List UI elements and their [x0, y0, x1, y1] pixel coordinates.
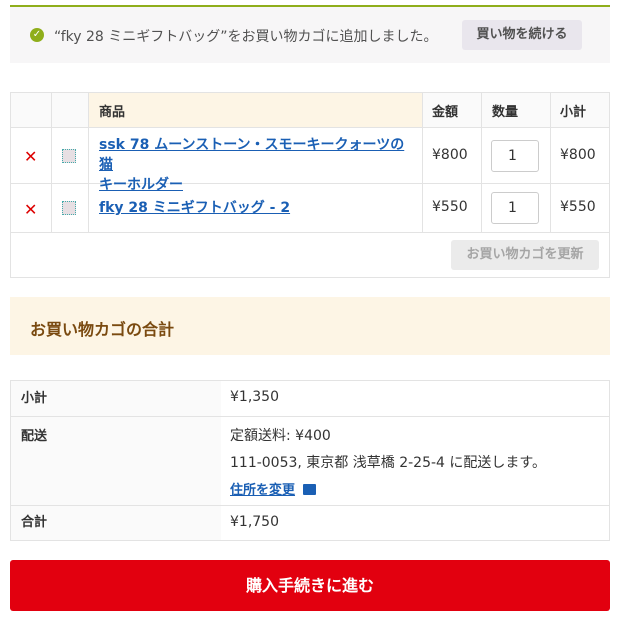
continue-shopping-button[interactable]: 買い物を続ける — [462, 20, 582, 50]
quantity-input[interactable]: 1 — [491, 192, 539, 224]
total-value: ¥1,750 — [230, 514, 279, 530]
row-price: ¥550 — [432, 199, 468, 215]
total-label: 合計 — [11, 506, 221, 540]
row-subtotal: ¥550 — [560, 199, 596, 215]
table-row: ssk 78 ムーンストーン・スモーキークォーツの猫 キーホルダー — [99, 135, 417, 195]
header-subtotal: 小計 — [560, 105, 587, 120]
row-price: ¥800 — [432, 147, 468, 163]
cart-totals-header: お買い物カゴの合計 — [10, 297, 610, 355]
shipping-destination: 111-0053, 東京都 浅草橋 2-25-4 に配送します。 — [230, 455, 546, 471]
cart-totals-table: 小計 ¥1,350 配送 定額送料: ¥400 111-0053, 東京都 浅草… — [10, 380, 610, 541]
change-address: 住所を変更 — [230, 479, 317, 498]
change-address-link[interactable]: 住所を変更 — [230, 483, 295, 498]
cart-table: 商品 金額 数量 小計 ✕ ssk 78 ムーンストーン・スモーキークォーツの猫… — [10, 92, 610, 278]
truck-icon[interactable] — [303, 484, 317, 495]
header-qty: 数量 — [492, 105, 519, 120]
table-row: fky 28 ミニギフトバッグ - 2 — [99, 198, 290, 218]
header-price: 金額 — [432, 105, 459, 120]
notice-message: “fky 28 ミニギフトバッグ”をお買い物カゴに追加しました。 — [54, 29, 438, 45]
remove-x-icon[interactable]: ✕ — [24, 200, 37, 219]
check-circle-icon: ✓ — [30, 28, 44, 42]
product-link[interactable]: fky 28 ミニギフトバッグ - 2 — [99, 200, 290, 216]
shipping-rate: 定額送料: ¥400 — [230, 428, 331, 444]
row-subtotal: ¥800 — [560, 147, 596, 163]
product-name-line2: キーホルダー — [99, 177, 183, 193]
cart-totals-title: お買い物カゴの合計 — [30, 320, 175, 339]
header-product: 商品 — [99, 105, 126, 120]
update-cart-button[interactable]: お買い物カゴを更新 — [451, 240, 599, 270]
subtotal-label: 小計 — [11, 381, 221, 416]
cart-notice: ✓ “fky 28 ミニギフトバッグ”をお買い物カゴに追加しました。 買い物を続… — [10, 5, 610, 63]
product-name-line1: ssk 78 ムーンストーン・スモーキークォーツの猫 — [99, 137, 405, 173]
product-link[interactable]: ssk 78 ムーンストーン・スモーキークォーツの猫 キーホルダー — [99, 137, 404, 193]
product-thumbnail-icon[interactable] — [62, 201, 76, 215]
shipping-label: 配送 — [11, 417, 221, 505]
quantity-input[interactable]: 1 — [491, 140, 539, 172]
subtotal-value: ¥1,350 — [230, 389, 279, 405]
proceed-to-checkout-button[interactable]: 購入手続きに進む — [10, 560, 610, 611]
product-header-bg — [88, 93, 422, 127]
product-thumbnail-icon[interactable] — [62, 149, 76, 163]
remove-x-icon[interactable]: ✕ — [24, 147, 37, 166]
